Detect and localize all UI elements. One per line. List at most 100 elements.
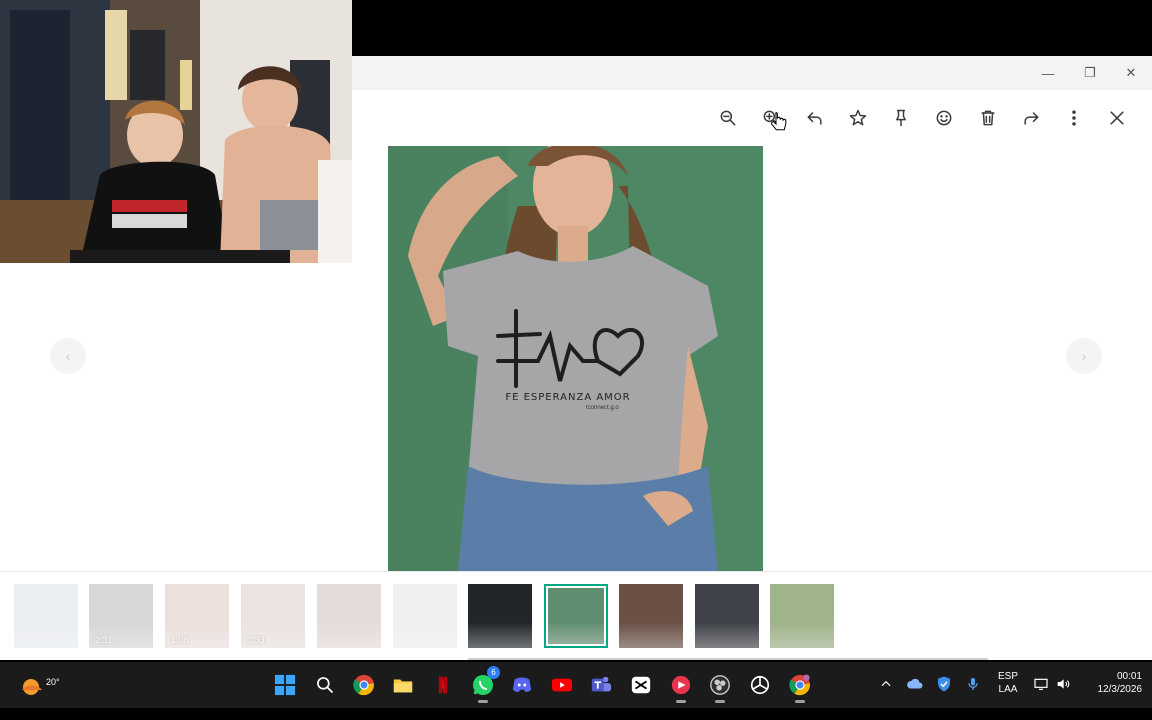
video-thumbnail[interactable]: 2:31 [89,584,153,648]
tray-microphone[interactable] [963,674,983,694]
taskbar-obs[interactable] [705,670,735,703]
emoji-icon [936,110,952,126]
netflix-icon [438,676,448,694]
taskbar-discord[interactable] [507,670,537,700]
tray-security[interactable] [934,674,954,694]
clock-date: 12/3/2026 [1097,684,1143,695]
media-photo: FE ESPERANZA AMOR tconnect.g.o [388,146,763,571]
microphone-icon [968,678,978,690]
chrome-profile-icon [789,674,811,696]
pin-icon [896,109,906,127]
delete-button[interactable] [974,104,1002,132]
image-thumbnail[interactable] [619,584,683,648]
input-language-indicator[interactable]: ESP LAA [994,670,1022,696]
language-code: ESP [997,671,1018,682]
obs-icon [710,675,730,695]
image-thumbnail[interactable] [468,584,532,648]
thumbnail-preview [619,584,683,648]
thumbnail-strip-scrollbar[interactable] [468,658,988,660]
forward-button[interactable] [1017,104,1045,132]
taskbar-red-app[interactable] [666,670,696,703]
whatsapp-running-indicator [478,700,488,703]
network-icon [1034,678,1048,690]
weather-sun-icon [22,679,42,695]
minimize-button[interactable]: — [1031,60,1065,86]
webcam-overlay [0,0,352,263]
show-hidden-icons-button[interactable] [876,674,896,694]
next-media-button[interactable]: › [1066,338,1102,374]
teams-icon [591,676,612,692]
search-icon [317,677,334,694]
star-button[interactable] [844,104,872,132]
reply-icon [807,112,822,125]
thumbnail-preview [695,584,759,648]
video-thumbnail[interactable]: 1:08 [165,584,229,648]
screen: — ❐ ✕ ‹ › FE ESPERANZA AMOR tconnect.g.o… [0,0,1152,720]
video-duration: 1:08 [171,635,189,645]
shirt-small-text: tconnect.g.o [586,405,619,411]
star-icon [849,109,867,126]
image-thumbnail[interactable] [393,584,457,648]
whatsapp-badge: 6 [487,666,500,679]
taskbar-youtube[interactable] [547,670,577,700]
media-thumbnail-strip: 2:31 1:08 0:33 [0,571,1152,660]
video-thumbnail[interactable]: 0:33 [241,584,305,648]
speaker-icon [1057,679,1070,689]
zoom-out-icon [720,110,736,126]
taskbar-chrome-profile[interactable] [785,670,815,703]
zoom-out-button[interactable] [714,104,742,132]
folder-icon [393,679,413,693]
image-thumbnail[interactable] [544,584,608,648]
pin-button[interactable] [887,104,915,132]
chrome-icon [353,674,375,696]
close-viewer-button[interactable] [1103,104,1131,132]
thumbnail-preview [770,584,834,648]
red-circle-app-icon [671,675,691,695]
image-thumbnail[interactable] [770,584,834,648]
taskbar-teams[interactable] [586,670,616,700]
clock-time: 00:01 [1116,671,1142,682]
window-close-button[interactable]: ✕ [1114,60,1148,86]
taskbar-clock[interactable]: 00:01 12/3/2026 [1078,670,1143,696]
taskbar-file-explorer[interactable] [388,670,418,700]
mouse-cursor-icon [771,112,787,131]
react-button[interactable] [930,104,958,132]
cloud-icon [907,678,923,689]
taskbar-chatgpt[interactable] [745,670,775,700]
tray-onedrive[interactable] [905,674,925,694]
tray-network[interactable] [1031,674,1051,694]
previous-media-button[interactable]: ‹ [50,338,86,374]
image-thumbnail[interactable] [695,584,759,648]
discord-icon [512,677,532,692]
red-app-running-indicator [676,700,686,703]
video-duration: 0:33 [247,635,265,645]
shield-icon [938,676,950,692]
webcam-feed-image [0,0,352,263]
close-icon [1110,111,1124,125]
taskbar-chrome[interactable] [349,670,379,700]
chrome-profile-running-indicator [795,700,805,703]
thumbnail-preview [548,588,604,644]
reply-button[interactable] [801,104,829,132]
image-thumbnail[interactable] [14,584,78,648]
taskbar-capcut[interactable] [626,670,656,700]
thumbnail-preview [14,584,78,648]
thumbnail-preview [317,584,381,648]
obs-running-indicator [715,700,725,703]
screen-bottom-letterbox [0,708,1152,720]
taskbar-whatsapp[interactable]: 6 [468,666,500,703]
tray-volume[interactable] [1053,674,1073,694]
taskbar-netflix[interactable] [428,670,458,700]
more-options-button[interactable] [1060,104,1088,132]
kebab-menu-icon [1072,110,1076,126]
taskbar-search-button[interactable] [310,670,340,700]
thumbnail-preview [468,584,532,648]
youtube-icon [551,678,573,692]
forward-icon [1024,112,1039,125]
windows-taskbar: 20° 6 ESP LAA 00:01 12/3/2026 [0,662,1152,708]
photo-woman-tshirt-image [388,146,763,571]
maximize-button[interactable]: ❐ [1073,60,1107,86]
image-thumbnail[interactable] [317,584,381,648]
taskbar-start-button[interactable] [270,670,300,700]
weather-widget[interactable]: 20° [18,670,60,700]
